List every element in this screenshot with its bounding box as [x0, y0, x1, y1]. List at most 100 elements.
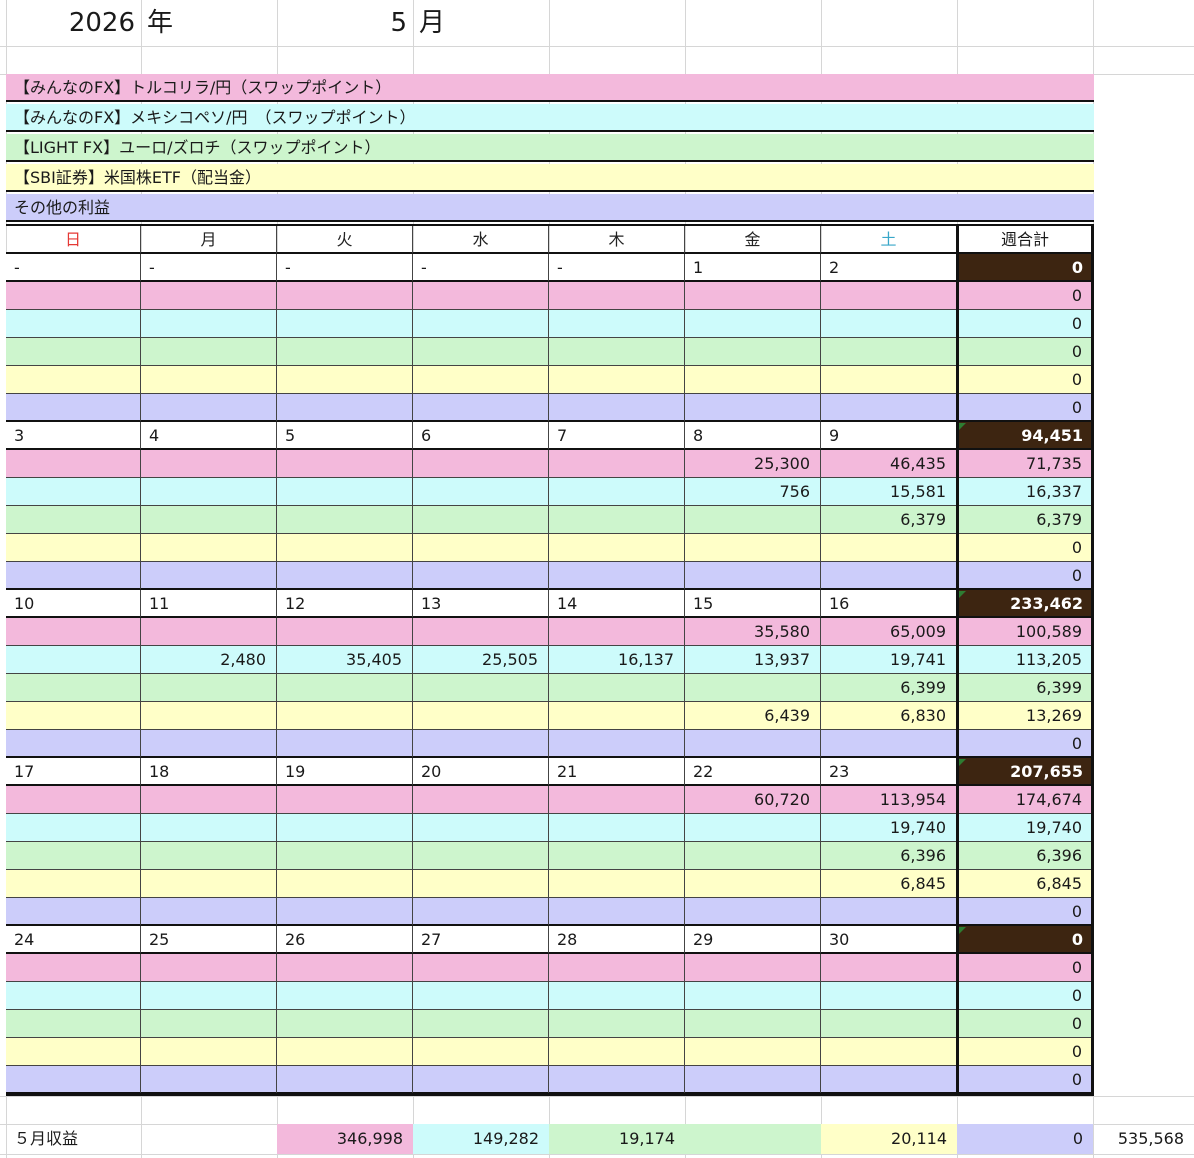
legend-band-euro-zloty[interactable]: 【LIGHT FX】ユーロ/ズロチ（スワップポイント） [6, 134, 1094, 162]
amount-cell[interactable] [685, 506, 821, 534]
amount-cell[interactable] [277, 282, 413, 310]
date-cell[interactable]: 19 [277, 758, 413, 786]
amount-cell[interactable] [549, 618, 685, 646]
amount-cell[interactable] [277, 1010, 413, 1038]
amount-cell[interactable]: 19,740 [821, 814, 957, 842]
amount-cell[interactable] [141, 366, 277, 394]
row-total-cell[interactable]: 113,205 [957, 646, 1093, 674]
row-total-cell[interactable]: 13,269 [957, 702, 1093, 730]
legend-band-us-etf[interactable]: 【SBI証券】米国株ETF（配当金） [6, 164, 1094, 192]
date-cell[interactable]: 7 [549, 422, 685, 450]
amount-cell[interactable] [6, 534, 141, 562]
amount-cell[interactable] [141, 310, 277, 338]
amount-cell[interactable] [413, 674, 549, 702]
date-cell[interactable]: 16 [821, 590, 957, 618]
legend-band-other-profit[interactable]: その他の利益 [6, 194, 1094, 222]
amount-cell[interactable] [277, 310, 413, 338]
weekday-header-6[interactable]: 土 [821, 226, 957, 254]
amount-cell[interactable] [6, 310, 141, 338]
date-cell[interactable]: 1 [685, 254, 821, 282]
date-cell[interactable]: - [277, 254, 413, 282]
week-total-cell[interactable]: 207,655 [957, 758, 1093, 786]
amount-cell[interactable] [277, 982, 413, 1010]
row-total-cell[interactable]: 100,589 [957, 618, 1093, 646]
amount-cell[interactable] [821, 730, 957, 758]
amount-cell[interactable] [549, 562, 685, 590]
amount-cell[interactable]: 65,009 [821, 618, 957, 646]
amount-cell[interactable] [685, 1066, 821, 1094]
amount-cell[interactable] [413, 450, 549, 478]
amount-cell[interactable] [549, 394, 685, 422]
amount-cell[interactable] [277, 954, 413, 982]
amount-cell[interactable]: 6,396 [821, 842, 957, 870]
date-cell[interactable]: 3 [6, 422, 141, 450]
amount-cell[interactable] [141, 674, 277, 702]
row-total-cell[interactable]: 71,735 [957, 450, 1093, 478]
amount-cell[interactable] [549, 282, 685, 310]
amount-cell[interactable] [277, 1038, 413, 1066]
amount-cell[interactable] [413, 1038, 549, 1066]
amount-cell[interactable] [6, 282, 141, 310]
amount-cell[interactable] [549, 1038, 685, 1066]
amount-cell[interactable] [277, 674, 413, 702]
amount-cell[interactable] [141, 562, 277, 590]
amount-cell[interactable] [277, 618, 413, 646]
amount-cell[interactable] [413, 534, 549, 562]
date-cell[interactable]: 11 [141, 590, 277, 618]
amount-cell[interactable]: 2,480 [141, 646, 277, 674]
date-cell[interactable]: 12 [277, 590, 413, 618]
row-total-cell[interactable]: 0 [957, 394, 1093, 422]
amount-cell[interactable] [685, 898, 821, 926]
amount-cell[interactable] [277, 842, 413, 870]
amount-cell[interactable] [6, 450, 141, 478]
summary-other-profit[interactable]: 0 [957, 1124, 1093, 1154]
week-total-cell[interactable]: 233,462 [957, 590, 1093, 618]
amount-cell[interactable] [6, 646, 141, 674]
amount-cell[interactable] [141, 394, 277, 422]
amount-cell[interactable] [549, 478, 685, 506]
amount-cell[interactable] [141, 814, 277, 842]
row-total-cell[interactable]: 0 [957, 898, 1093, 926]
amount-cell[interactable]: 25,300 [685, 450, 821, 478]
amount-cell[interactable] [413, 954, 549, 982]
amount-cell[interactable]: 35,405 [277, 646, 413, 674]
date-cell[interactable]: 6 [413, 422, 549, 450]
amount-cell[interactable] [277, 814, 413, 842]
amount-cell[interactable] [141, 1038, 277, 1066]
amount-cell[interactable] [685, 842, 821, 870]
amount-cell[interactable] [821, 1066, 957, 1094]
amount-cell[interactable] [821, 338, 957, 366]
legend-band-mexican-peso[interactable]: 【みんなのFX】メキシコペソ/円 （スワップポイント） [6, 104, 1094, 132]
row-total-cell[interactable]: 0 [957, 982, 1093, 1010]
date-cell[interactable]: 28 [549, 926, 685, 954]
amount-cell[interactable] [821, 982, 957, 1010]
amount-cell[interactable] [141, 982, 277, 1010]
summary-us-etf[interactable]: 20,114 [821, 1124, 957, 1154]
row-total-cell[interactable]: 0 [957, 1038, 1093, 1066]
weekly-total-header[interactable]: 週合計 [957, 226, 1093, 254]
amount-cell[interactable] [277, 562, 413, 590]
amount-cell[interactable] [413, 1010, 549, 1038]
amount-cell[interactable]: 60,720 [685, 786, 821, 814]
amount-cell[interactable] [277, 394, 413, 422]
row-total-cell[interactable]: 16,337 [957, 478, 1093, 506]
amount-cell[interactable] [6, 1066, 141, 1094]
amount-cell[interactable] [141, 870, 277, 898]
amount-cell[interactable] [6, 562, 141, 590]
amount-cell[interactable] [549, 898, 685, 926]
amount-cell[interactable] [821, 534, 957, 562]
weekday-header-3[interactable]: 水 [413, 226, 549, 254]
amount-cell[interactable] [413, 618, 549, 646]
amount-cell[interactable] [685, 310, 821, 338]
amount-cell[interactable] [6, 898, 141, 926]
amount-cell[interactable] [549, 954, 685, 982]
amount-cell[interactable] [821, 954, 957, 982]
summary-mexican-peso[interactable]: 149,282 [413, 1124, 549, 1154]
amount-cell[interactable] [413, 562, 549, 590]
amount-cell[interactable] [821, 282, 957, 310]
amount-cell[interactable] [277, 1066, 413, 1094]
amount-cell[interactable] [141, 338, 277, 366]
amount-cell[interactable] [141, 282, 277, 310]
row-total-cell[interactable]: 0 [957, 1010, 1093, 1038]
amount-cell[interactable] [549, 814, 685, 842]
